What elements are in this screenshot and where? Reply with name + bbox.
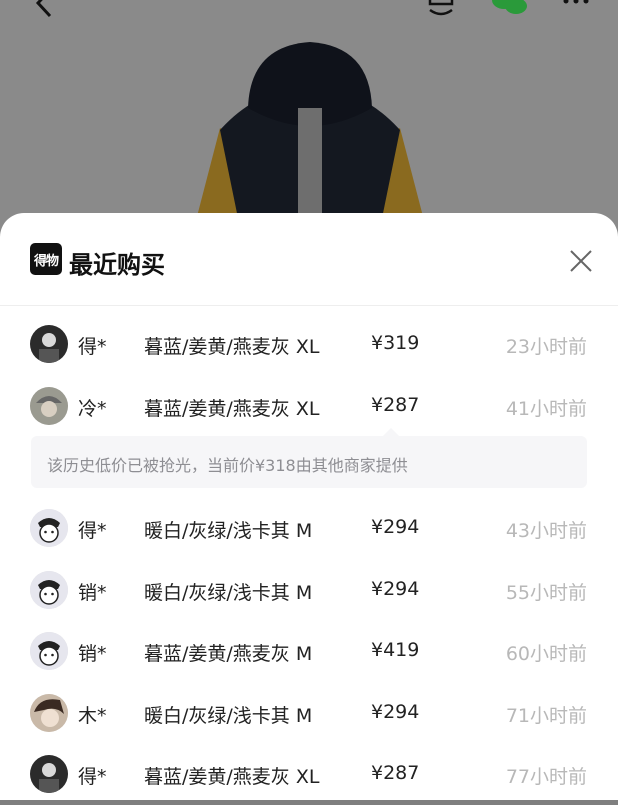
- product-spec: 暮蓝/姜黄/燕麦灰 M: [144, 643, 313, 665]
- recent-purchases-sheet: 得物 最近购买 得* 暮蓝/姜黄/燕麦灰 XL ¥319 23小时前 冷* 暮蓝…: [0, 213, 618, 800]
- purchase-price: ¥294: [371, 700, 420, 723]
- sell-icon[interactable]: [424, 0, 458, 18]
- product-spec: 暮蓝/姜黄/燕麦灰 XL: [144, 397, 320, 420]
- purchase-row: 得* 暮蓝/姜黄/燕麦灰 XL ¥319 23小时前: [0, 313, 618, 375]
- purchase-row: 得* 暮蓝/姜黄/燕麦灰 XL ¥287 77小时前: [0, 743, 618, 805]
- buyer-name: 得*: [78, 766, 107, 788]
- price-notice: 该历史低价已被抢光，当前价¥318由其他商家提供: [31, 428, 587, 488]
- close-icon[interactable]: [566, 246, 596, 276]
- sheet-title: 最近购买: [69, 251, 165, 279]
- buyer-avatar: [30, 386, 68, 425]
- purchase-row: 木* 暖白/灰绿/浅卡其 M ¥294 71小时前: [0, 682, 618, 744]
- purchase-price: ¥287: [371, 762, 420, 784]
- buyer-avatar: [30, 570, 68, 609]
- buyer-avatar: [30, 509, 68, 547]
- buyer-avatar: [30, 755, 68, 793]
- purchase-row: 得* 暖白/灰绿/浅卡其 M ¥294 43小时前: [0, 497, 618, 559]
- purchase-time: 43小时前: [505, 520, 587, 542]
- back-arrow-icon[interactable]: [28, 0, 62, 20]
- purchase-time: 41小时前: [505, 397, 587, 420]
- buyer-name: 冷*: [78, 397, 107, 420]
- product-spec: 暮蓝/姜黄/燕麦灰 XL: [144, 766, 320, 788]
- notice-caret: [383, 428, 399, 436]
- buyer-name: 销*: [78, 581, 107, 604]
- product-page-backdrop: [0, 0, 618, 240]
- buyer-avatar: [30, 325, 68, 363]
- purchase-row: 销* 暮蓝/姜黄/燕麦灰 M ¥419 60小时前: [0, 620, 618, 682]
- more-icon[interactable]: [562, 0, 590, 6]
- buyer-avatar: [30, 632, 68, 670]
- purchase-price: ¥294: [371, 516, 420, 538]
- buyer-name: 木*: [78, 704, 107, 727]
- purchase-price: ¥287: [371, 393, 420, 416]
- purchase-row: 销* 暖白/灰绿/浅卡其 M ¥294 55小时前: [0, 559, 618, 621]
- purchase-price: ¥294: [371, 577, 420, 600]
- product-spec: 暖白/灰绿/浅卡其 M: [144, 520, 313, 542]
- purchase-time: 77小时前: [505, 766, 587, 788]
- buyer-name: 得*: [78, 520, 107, 542]
- purchase-price: ¥319: [371, 332, 420, 354]
- purchase-price: ¥419: [371, 639, 420, 661]
- product-spec: 暖白/灰绿/浅卡其 M: [144, 581, 313, 604]
- buyer-name: 销*: [78, 643, 107, 665]
- wechat-icon[interactable]: [490, 0, 528, 18]
- purchase-list: 得* 暮蓝/姜黄/燕麦灰 XL ¥319 23小时前 冷* 暮蓝/姜黄/燕麦灰 …: [0, 306, 618, 805]
- purchase-time: 55小时前: [505, 581, 587, 604]
- sheet-header: 得物 最近购买: [0, 213, 618, 306]
- product-image: [194, 42, 426, 228]
- buyer-name: 得*: [78, 336, 107, 358]
- brand-logo: 得物: [30, 243, 62, 275]
- product-spec: 暖白/灰绿/浅卡其 M: [144, 704, 313, 727]
- product-spec: 暮蓝/姜黄/燕麦灰 XL: [144, 336, 320, 358]
- buyer-avatar: [30, 693, 68, 732]
- notice-text: 该历史低价已被抢光，当前价¥318由其他商家提供: [47, 456, 408, 475]
- purchase-time: 60小时前: [505, 643, 587, 665]
- purchase-time: 71小时前: [505, 704, 587, 727]
- purchase-row: 冷* 暮蓝/姜黄/燕麦灰 XL ¥287 41小时前: [0, 375, 618, 437]
- purchase-time: 23小时前: [505, 336, 587, 358]
